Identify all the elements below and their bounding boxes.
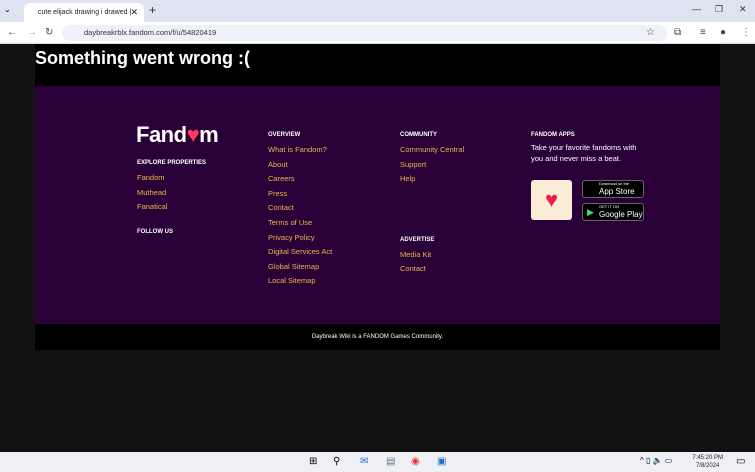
start-icon[interactable]: ⊞ <box>309 456 317 467</box>
link-fanatical[interactable]: Fanatical <box>137 202 206 217</box>
link-local-sitemap[interactable]: Local Sitemap <box>268 276 332 291</box>
media-icon[interactable]: ≡ <box>700 27 706 38</box>
app-store-button[interactable]: Download on theApp Store <box>582 180 644 198</box>
date: 7/8/2024 <box>692 462 723 470</box>
mail-icon[interactable]: ✉ <box>360 456 368 467</box>
overview-heading: OVERVIEW <box>268 132 332 138</box>
reload-icon[interactable]: ↻ <box>45 27 53 38</box>
googleplay-label: Google Play <box>599 210 643 219</box>
link-what-is-fandom[interactable]: What is Fandom? <box>268 145 332 160</box>
link-press[interactable]: Press <box>268 189 332 204</box>
link-muthead[interactable]: Muthead <box>137 188 206 203</box>
store-icon[interactable]: ▣ <box>437 456 446 467</box>
link-media-kit[interactable]: Media Kit <box>400 250 464 265</box>
chrome-icon[interactable]: ◉ <box>411 456 420 467</box>
follow-heading: FOLLOW US <box>137 229 206 235</box>
forward-icon[interactable]: → <box>27 27 37 38</box>
bookmark-star-icon[interactable]: ☆ <box>646 27 655 38</box>
profile-icon[interactable]: ● <box>720 27 726 38</box>
tray-icons[interactable]: ^ ▯ 🔈 ▭ <box>640 456 672 465</box>
fandom-app-icon[interactable]: ♥ <box>531 180 572 220</box>
link-global-sitemap[interactable]: Global Sitemap <box>268 262 332 277</box>
tab-search-icon[interactable]: ⌄ <box>4 5 11 14</box>
link-dsa[interactable]: Digital Services Act <box>268 247 332 262</box>
explore-heading: EXPLORE PROPERTIES <box>137 160 206 166</box>
google-play-button[interactable]: ▶GET IT ONGoogle Play <box>582 203 644 221</box>
back-icon[interactable]: ← <box>7 27 17 38</box>
url-input[interactable]: daybreakrblx.fandom.com/f/u/54820419 <box>62 25 667 41</box>
close-tab-icon[interactable]: ✕ <box>130 7 138 18</box>
link-careers[interactable]: Careers <box>268 174 332 189</box>
menu-icon[interactable]: ⋮ <box>741 27 751 38</box>
link-terms[interactable]: Terms of Use <box>268 218 332 233</box>
taskbar: ⊞ ⚲ ✉ ▤ ◉ ▣ ^ ▯ 🔈 ▭ 7:45:20 PM7/8/2024 ▭ <box>0 452 755 472</box>
tab-title: cute elijack drawing i drawed | <box>38 9 131 16</box>
notifications-icon[interactable]: ▭ <box>736 456 745 467</box>
clock[interactable]: 7:45:20 PM7/8/2024 <box>692 454 723 470</box>
link-privacy[interactable]: Privacy Policy <box>268 233 332 248</box>
extensions-icon[interactable]: ⧉ <box>674 27 681 38</box>
footer: Fand♥m EXPLORE PROPERTIES Fandom Muthead… <box>35 86 720 324</box>
link-help[interactable]: Help <box>400 174 464 189</box>
link-fandom[interactable]: Fandom <box>137 173 206 188</box>
page-content: Something went wrong :( Fand♥m EXPLORE P… <box>35 44 720 350</box>
new-tab-button[interactable]: + <box>149 3 156 17</box>
apps-heading: FANDOM APPS <box>531 132 646 138</box>
address-bar: ← → ↻ daybreakrblx.fandom.com/f/u/548204… <box>0 22 755 44</box>
maximize-button[interactable]: ❐ <box>715 4 723 15</box>
error-heading: Something went wrong :( <box>35 44 720 86</box>
link-advertise-contact[interactable]: Contact <box>400 264 464 279</box>
footer-bottom-text: Daybreak Wiki is a FANDOM Games Communit… <box>35 324 720 350</box>
browser-tab[interactable]: cute elijack drawing i drawed | ✕ <box>24 3 144 22</box>
apps-text: Take your favorite fandoms with you and … <box>531 142 646 164</box>
close-window-button[interactable]: ✕ <box>739 4 747 15</box>
link-contact[interactable]: Contact <box>268 203 332 218</box>
play-icon: ▶ <box>587 207 594 217</box>
community-heading: COMMUNITY <box>400 132 464 138</box>
time: 7:45:20 PM <box>692 454 723 462</box>
search-icon[interactable]: ⚲ <box>333 456 340 467</box>
link-community-central[interactable]: Community Central <box>400 145 464 160</box>
minimize-button[interactable]: — <box>692 4 701 14</box>
appstore-label: App Store <box>599 187 635 196</box>
fandom-logo[interactable]: Fand♥m <box>136 122 218 148</box>
tab-bar: ⌄ cute elijack drawing i drawed | ✕ + — … <box>0 0 755 22</box>
link-support[interactable]: Support <box>400 160 464 175</box>
advertise-heading: ADVERTISE <box>400 237 464 243</box>
link-about[interactable]: About <box>268 160 332 175</box>
task-view-icon[interactable]: ▤ <box>386 456 395 467</box>
